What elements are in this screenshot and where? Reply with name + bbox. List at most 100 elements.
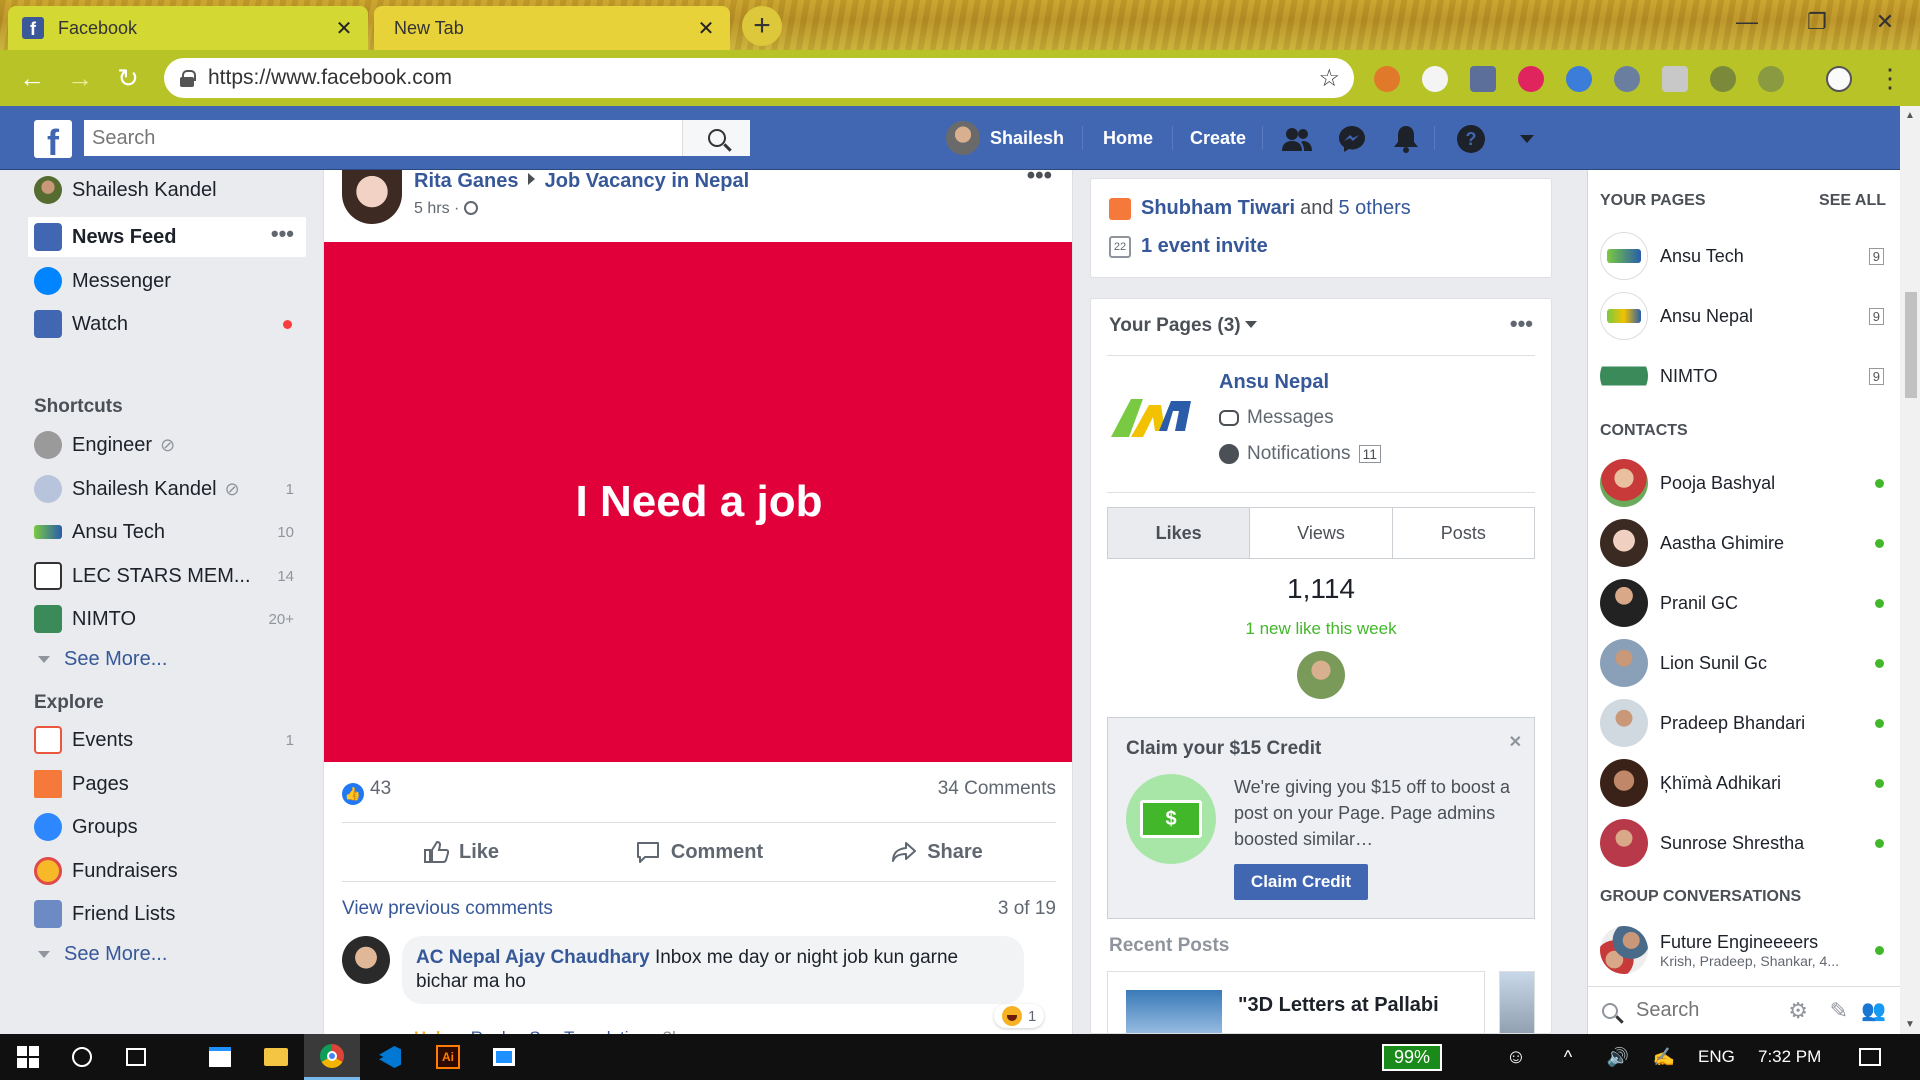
help-icon[interactable]: ?: [1456, 124, 1486, 154]
tab-posts[interactable]: Posts: [1393, 508, 1534, 558]
extension-icon[interactable]: [1566, 66, 1592, 92]
sidebar-item-watch[interactable]: Watch: [28, 304, 306, 344]
bookmark-star-icon[interactable]: ☆: [1318, 64, 1340, 93]
page-notifications-link[interactable]: Notifications 11: [1219, 443, 1382, 465]
tab-views[interactable]: Views: [1250, 508, 1393, 558]
contact-row[interactable]: Pradeep Bhandari: [1600, 699, 1890, 747]
app-window-icon[interactable]: [476, 1034, 532, 1080]
comment-reaction-badge[interactable]: 1: [994, 1004, 1045, 1028]
post-time[interactable]: 5 hrs ·: [414, 200, 464, 217]
post-options-icon[interactable]: •••: [1027, 170, 1052, 190]
ansu-nepal-logo-icon[interactable]: [1109, 391, 1193, 443]
sidebar-item-news-feed[interactable]: News Feed •••: [28, 217, 306, 257]
create-group-icon[interactable]: 👥: [1861, 998, 1886, 1023]
extension-icon[interactable]: [1614, 66, 1640, 92]
contact-row[interactable]: Pooja Bashyal: [1600, 459, 1890, 507]
claim-credit-button[interactable]: Claim Credit: [1234, 864, 1368, 900]
close-icon[interactable]: ✕: [1509, 732, 1522, 752]
restore-window-icon[interactable]: ❐: [1782, 0, 1852, 44]
contact-row[interactable]: Pranil GC: [1600, 579, 1890, 627]
illustrator-icon[interactable]: Ai: [420, 1034, 476, 1080]
home-link[interactable]: Home: [1103, 106, 1153, 170]
profile-link[interactable]: Shailesh: [946, 106, 1064, 170]
see-more-shortcuts[interactable]: See More...: [28, 639, 306, 679]
chat-page-ansu-tech[interactable]: Ansu Tech 9: [1600, 232, 1890, 280]
sidebar-item-lec-stars[interactable]: LEC STARS MEM... 14: [28, 556, 306, 596]
sidebar-item-friend-lists[interactable]: Friend Lists: [28, 894, 306, 934]
recent-post-card[interactable]: "3D Letters at Pallabi: [1107, 971, 1485, 1033]
tab-likes[interactable]: Likes: [1108, 508, 1251, 558]
contact-row[interactable]: Lion Sunil Gc: [1600, 639, 1890, 687]
cortana-search-icon[interactable]: [54, 1034, 110, 1080]
chat-page-nimto[interactable]: NIMTO 9: [1600, 352, 1890, 400]
see-all-link[interactable]: SEE ALL: [1819, 192, 1886, 210]
profile-shortcut[interactable]: Shailesh Kandel: [28, 170, 306, 210]
sidebar-item-groups[interactable]: Groups: [28, 807, 306, 847]
search-input[interactable]: [84, 120, 682, 156]
extension-icon[interactable]: [1518, 66, 1544, 92]
sidebar-item-nimto[interactable]: NIMTO 20+: [28, 599, 306, 639]
chevron-up-icon[interactable]: ^: [1540, 1034, 1596, 1080]
windows-start-icon[interactable]: [0, 1034, 56, 1080]
close-tab-icon[interactable]: ✕: [696, 16, 716, 41]
contact-row[interactable]: Aastha Ghimire: [1600, 519, 1890, 567]
page-messages-link[interactable]: Messages: [1219, 407, 1334, 429]
create-link[interactable]: Create: [1190, 106, 1246, 170]
comment-author-link[interactable]: AC Nepal Ajay Chaudhary: [416, 947, 650, 968]
sidebar-item-engineer[interactable]: Engineer ⊘: [28, 425, 306, 465]
extension-icon[interactable]: [1662, 66, 1688, 92]
new-tab-button[interactable]: +: [742, 6, 782, 46]
like-button[interactable]: Like: [342, 823, 580, 881]
group-conversation-row[interactable]: Future Engineeeers Krish, Pradeep, Shank…: [1600, 922, 1890, 978]
forward-icon[interactable]: →: [62, 60, 98, 96]
notifications-bell-icon[interactable]: [1391, 124, 1421, 154]
chrome-icon[interactable]: [304, 1034, 360, 1080]
store-icon[interactable]: [192, 1034, 248, 1080]
sidebar-item-ansu-tech[interactable]: Ansu Tech 10: [28, 512, 306, 552]
avatar[interactable]: [342, 170, 402, 224]
avatar[interactable]: [1297, 651, 1345, 699]
sidebar-item-events[interactable]: Events 1: [28, 720, 306, 760]
battery-indicator[interactable]: 99%: [1382, 1034, 1443, 1080]
contact-row[interactable]: Sunrose Shrestha: [1600, 819, 1890, 867]
profile-avatar[interactable]: [1826, 66, 1852, 92]
sidebar-item-shailesh-kandel[interactable]: Shailesh Kandel ⊘ 1: [28, 469, 306, 509]
page-scrollbar[interactable]: ▲ ▼: [1900, 106, 1920, 1034]
language-indicator[interactable]: ENG: [1698, 1034, 1735, 1080]
more-options-icon[interactable]: •••: [1510, 311, 1533, 337]
account-menu-icon[interactable]: [1512, 124, 1542, 154]
chat-page-ansu-nepal[interactable]: Ansu Nepal 9: [1600, 292, 1890, 340]
event-invite-line[interactable]: 22 1 event invite: [1109, 235, 1268, 258]
more-options-icon[interactable]: •••: [271, 221, 294, 247]
view-previous-comments-link[interactable]: View previous comments: [342, 898, 553, 920]
scroll-down-icon[interactable]: ▼: [1905, 1019, 1915, 1030]
search-button[interactable]: [682, 120, 750, 156]
author-link[interactable]: Rita Ganes: [414, 170, 518, 192]
sidebar-item-pages[interactable]: Pages: [28, 764, 306, 804]
group-link[interactable]: Job Vacancy in Nepal: [545, 170, 750, 192]
birthdays-line[interactable]: Shubham Tiwari and 5 others: [1109, 197, 1411, 220]
extension-icon[interactable]: [1710, 66, 1736, 92]
tab-new-tab[interactable]: New Tab ✕: [374, 6, 730, 50]
extension-icon[interactable]: [1374, 66, 1400, 92]
facebook-logo-icon[interactable]: f: [34, 120, 72, 158]
contact-row[interactable]: Ķhïmà Adhikari: [1600, 759, 1890, 807]
comments-count-link[interactable]: 34 Comments: [938, 778, 1056, 805]
people-icon[interactable]: ☺: [1488, 1034, 1544, 1080]
task-view-icon[interactable]: [108, 1034, 164, 1080]
extension-icon[interactable]: [1470, 66, 1496, 92]
pen-icon[interactable]: ✍: [1636, 1034, 1692, 1080]
clock[interactable]: 7:32 PM: [1758, 1034, 1821, 1080]
avatar[interactable]: [342, 936, 390, 984]
sidebar-item-messenger[interactable]: Messenger: [28, 261, 306, 301]
sidebar-item-fundraisers[interactable]: Fundraisers: [28, 851, 306, 891]
extension-icon[interactable]: [1422, 66, 1448, 92]
your-pages-title[interactable]: Your Pages (3): [1109, 315, 1257, 337]
vscode-icon[interactable]: [362, 1034, 418, 1080]
close-tab-icon[interactable]: ✕: [334, 16, 354, 41]
tab-facebook[interactable]: f Facebook ✕: [8, 6, 368, 50]
minimize-window-icon[interactable]: —: [1712, 0, 1782, 44]
recent-post-card[interactable]: [1499, 971, 1535, 1033]
back-icon[interactable]: ←: [14, 60, 50, 96]
scroll-up-icon[interactable]: ▲: [1905, 110, 1915, 121]
